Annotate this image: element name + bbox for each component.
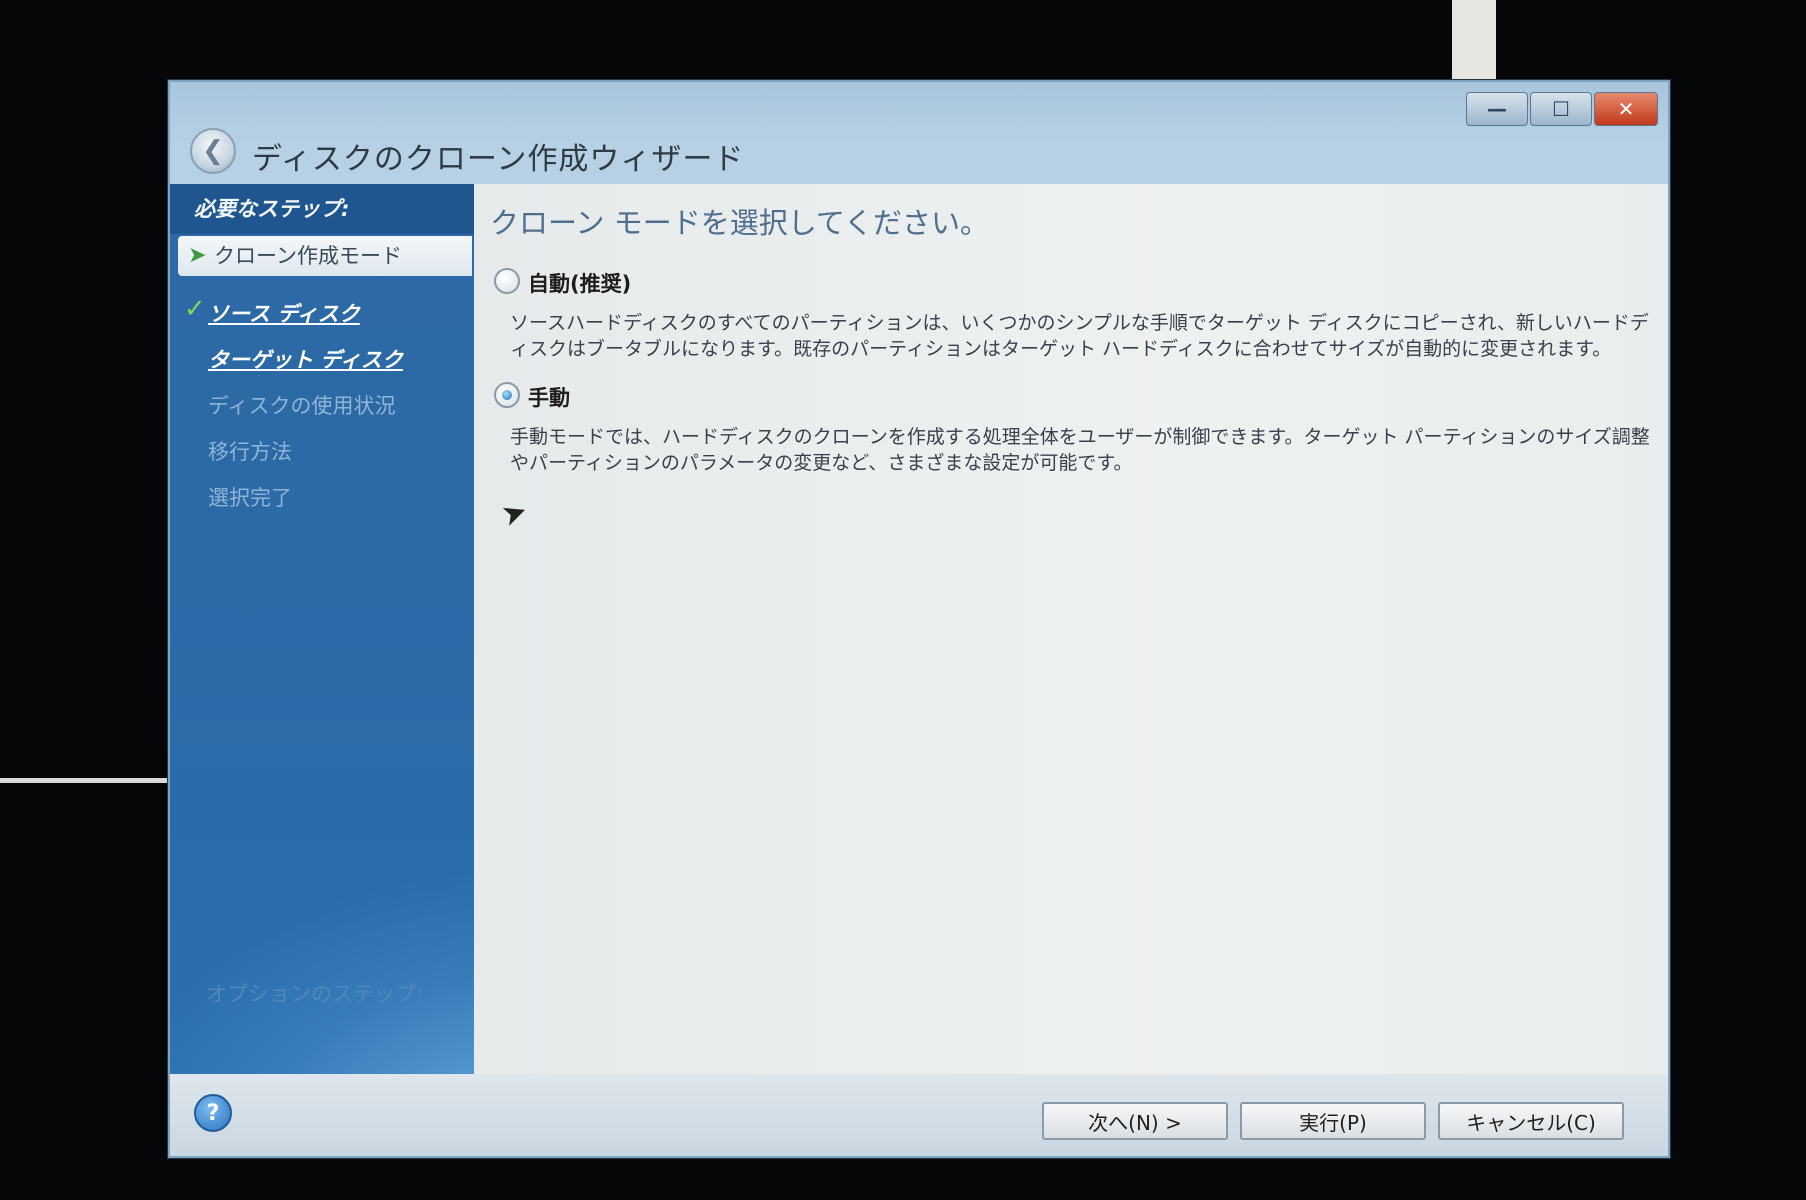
main-content: クローン モードを選択してください。 自動(推奨) ソースハードディスクのすべて… [474, 184, 1668, 1074]
mouse-pointer-icon: ➤ [496, 492, 533, 535]
required-steps-header: 必要なステップ: [170, 184, 474, 234]
help-icon[interactable]: ? [194, 1094, 232, 1132]
execute-button[interactable]: 実行(P) [1240, 1102, 1426, 1140]
steps-sidebar: 必要なステップ: ➤ クローン作成モード ✓ ソース ディスク ターゲット ディ… [170, 184, 474, 1074]
sidebar-item-disk-usage: ディスクの使用状況 [208, 394, 396, 418]
window-title: ディスクのクローン作成ウィザード [252, 142, 745, 177]
manual-mode-label[interactable]: 手動 [528, 382, 570, 412]
wizard-window: ❮ ディスクのクローン作成ウィザード — ☐ ✕ 必要なステップ: ➤ クローン… [168, 80, 1670, 1158]
next-button[interactable]: 次へ(N) > [1042, 1102, 1228, 1140]
desktop-background-strip [1452, 0, 1496, 80]
sidebar-item-target-disk[interactable]: ターゲット ディスク [208, 344, 403, 374]
sidebar-item-source-disk[interactable]: ソース ディスク [208, 298, 360, 328]
sidebar-item-label: クローン作成モード [214, 244, 402, 268]
page-title: クローン モードを選択してください。 [490, 206, 990, 240]
title-bar: ❮ ディスクのクローン作成ウィザード — ☐ ✕ [170, 82, 1668, 184]
sidebar-item-migration-method: 移行方法 [208, 440, 292, 464]
green-arrow-icon: ➤ [188, 243, 207, 268]
sidebar-item-finish: 選択完了 [208, 486, 292, 510]
button-bar: ? 次へ(N) > 実行(P) キャンセル(C) [170, 1074, 1668, 1156]
minimize-button[interactable]: — [1466, 92, 1528, 126]
auto-mode-description: ソースハードディスクのすべてのパーティションは、いくつかのシンプルな手順でターゲ… [510, 312, 1649, 360]
auto-mode-radio[interactable] [494, 268, 520, 294]
back-arrow-icon[interactable]: ❮ [190, 128, 236, 174]
close-button[interactable]: ✕ [1594, 92, 1658, 126]
sidebar-item-clone-mode[interactable]: ➤ クローン作成モード [178, 236, 472, 276]
maximize-button[interactable]: ☐ [1530, 92, 1592, 126]
auto-mode-label[interactable]: 自動(推奨) [528, 268, 631, 298]
optional-steps-header: オプションのステップ: [206, 982, 424, 1006]
desktop-background-line [0, 778, 170, 783]
green-check-icon: ✓ [184, 294, 206, 324]
manual-mode-description: 手動モードでは、ハードディスクのクローンを作成する処理全体をユーザーが制御できま… [510, 426, 1650, 474]
cancel-button[interactable]: キャンセル(C) [1438, 1102, 1624, 1140]
manual-mode-radio[interactable] [494, 382, 520, 408]
